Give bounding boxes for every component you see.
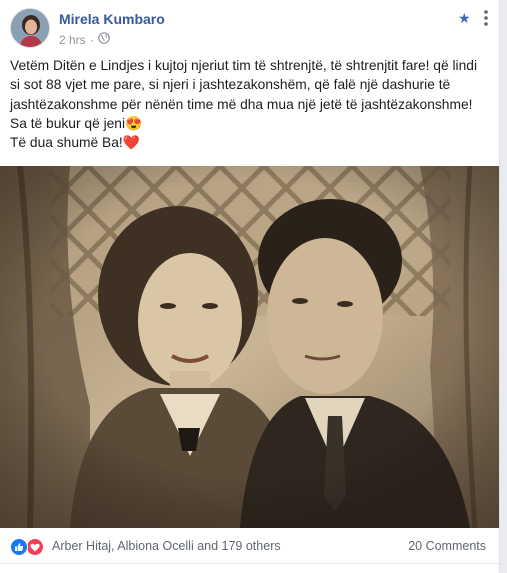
post-text-line: Sa të bukur që jeni😍 bbox=[10, 115, 143, 131]
like-icon bbox=[10, 538, 28, 556]
love-icon bbox=[26, 538, 44, 556]
meta-separator: · bbox=[89, 32, 94, 47]
post-text-line: Vetëm Ditën e Lindjes i kujtoj njeriut t… bbox=[10, 58, 478, 73]
post-photo[interactable] bbox=[0, 166, 499, 528]
globe-icon[interactable] bbox=[97, 32, 110, 47]
star-icon[interactable]: ★ bbox=[458, 11, 472, 25]
more-icon[interactable] bbox=[478, 10, 494, 28]
post-time[interactable]: 2 hrs bbox=[59, 33, 86, 47]
post-footer: Arber Hitaj, Albiona Ocelli and 179 othe… bbox=[0, 528, 499, 564]
post-text-line: Të dua shumë Ba!❤️ bbox=[10, 135, 140, 151]
comments-count[interactable]: 20 Comments bbox=[408, 539, 486, 553]
likers-text[interactable]: Arber Hitaj, Albiona Ocelli and 179 othe… bbox=[52, 539, 281, 553]
post-card: Mirela Kumbaro 2 hrs · ★ Vetëm Ditën e L… bbox=[0, 0, 500, 573]
post-text-line: si sot 88 vjet me pare, si njeri i jasht… bbox=[10, 77, 451, 93]
post-meta: 2 hrs · bbox=[59, 32, 110, 47]
reaction-icons[interactable] bbox=[10, 538, 48, 556]
post-header: Mirela Kumbaro 2 hrs · ★ bbox=[10, 8, 495, 52]
post-text-line: jashtëzakonshme për nënën time më dha mu… bbox=[10, 96, 473, 112]
post-text: Vetëm Ditën e Lindjes i kujtoj njeriut t… bbox=[10, 56, 492, 152]
avatar[interactable] bbox=[10, 8, 50, 48]
author-name[interactable]: Mirela Kumbaro bbox=[59, 11, 165, 27]
